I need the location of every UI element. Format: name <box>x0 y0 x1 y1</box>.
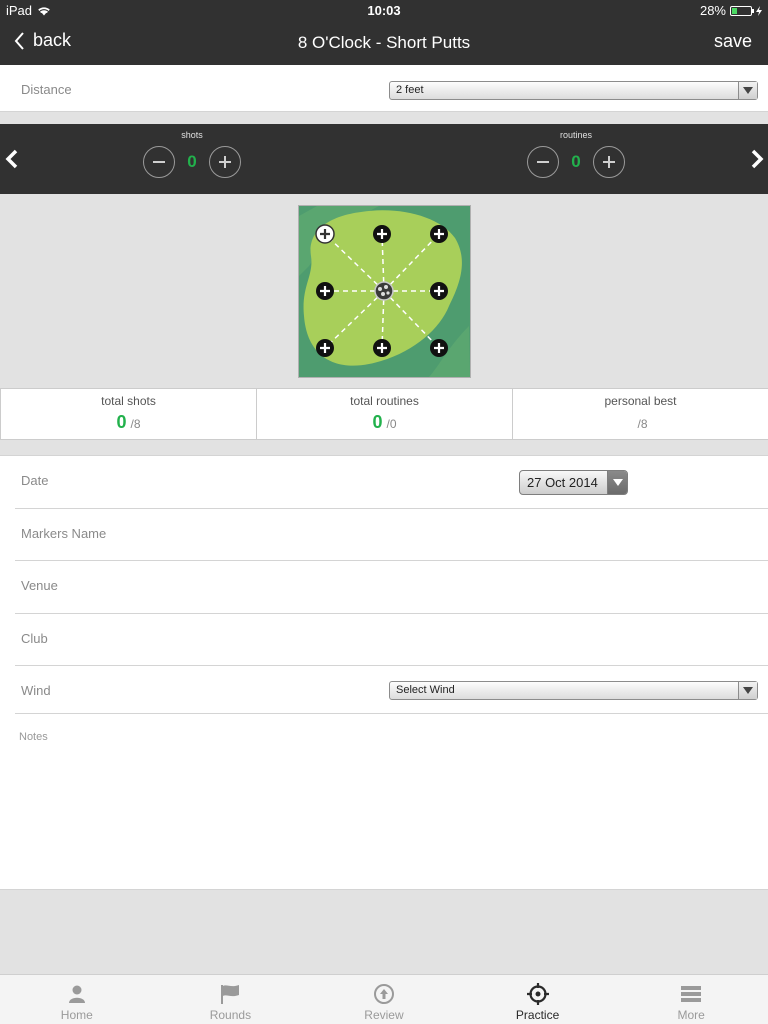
stat-value-line: /8 <box>513 412 768 433</box>
battery-percent: 28% <box>699 3 726 18</box>
marker-position-3[interactable] <box>430 225 448 243</box>
tab-practice[interactable]: Practice <box>461 975 615 1024</box>
tab-rounds[interactable]: Rounds <box>154 975 308 1024</box>
marker-position-8[interactable] <box>430 339 448 357</box>
routines-label: routines <box>559 130 593 140</box>
distance-select[interactable]: 2 feet <box>389 81 758 100</box>
venue-input[interactable] <box>15 561 768 613</box>
date-value: 27 Oct 2014 <box>527 475 598 490</box>
next-arrow-icon[interactable] <box>747 148 767 170</box>
shots-counter: shots 0 <box>142 124 242 194</box>
stat-value: 0 <box>372 412 383 432</box>
venue-row: Venue <box>15 561 768 614</box>
shots-value: 0 <box>187 152 197 171</box>
wind-select[interactable]: Select Wind <box>389 681 758 700</box>
routines-decrement-button[interactable] <box>527 146 559 178</box>
tab-label: Home <box>60 1008 93 1022</box>
club-input[interactable] <box>15 614 768 665</box>
hole-icon <box>374 281 394 301</box>
charging-bolt-icon <box>756 5 762 16</box>
chevron-left-icon <box>14 31 24 50</box>
date-picker-button[interactable]: 27 Oct 2014 <box>519 470 628 495</box>
shots-label: shots <box>181 130 203 140</box>
target-icon <box>526 983 549 1005</box>
stat-value-line: 0/8 <box>1 412 256 433</box>
stat-total: /8 <box>637 417 648 431</box>
personal-best-stat: personal best /8 <box>512 389 768 439</box>
marker-position-6[interactable] <box>316 339 334 357</box>
stat-title: total shots <box>101 394 156 408</box>
back-label: back <box>33 30 72 50</box>
routines-increment-button[interactable] <box>593 146 625 178</box>
shots-decrement-button[interactable] <box>143 146 175 178</box>
tab-label: Review <box>364 1008 404 1022</box>
shots-increment-button[interactable] <box>209 146 241 178</box>
status-right: 28% <box>700 3 762 18</box>
marker-position-5[interactable] <box>430 282 448 300</box>
tab-home[interactable]: Home <box>0 975 154 1024</box>
minus-icon <box>537 161 549 163</box>
tab-label: Rounds <box>209 1008 252 1022</box>
stat-total: /0 <box>386 417 397 431</box>
previous-arrow-icon[interactable] <box>2 148 22 170</box>
distance-label: Distance <box>21 82 72 97</box>
upload-circle-icon <box>373 984 394 1004</box>
tab-label: Practice <box>515 1008 560 1022</box>
notes-textarea[interactable] <box>15 728 768 888</box>
marker-position-1[interactable] <box>315 224 335 244</box>
tab-more[interactable]: More <box>614 975 768 1024</box>
putting-green-diagram <box>298 205 471 378</box>
status-bar: iPad 10:03 28% <box>0 0 768 20</box>
routines-value: 0 <box>571 152 581 171</box>
stat-total: /8 <box>130 417 141 431</box>
marker-position-4[interactable] <box>316 282 334 300</box>
date-label: Date <box>21 473 49 488</box>
stat-value: 0 <box>116 412 127 432</box>
markers-name-input[interactable] <box>15 509 768 560</box>
wind-label: Wind <box>21 683 51 698</box>
person-icon <box>68 985 85 1003</box>
menu-icon <box>681 986 702 1002</box>
tab-bar: Home Rounds Review Practice More <box>0 974 768 1024</box>
stats-panel: total shots 0/8 total routines 0/0 perso… <box>0 388 768 440</box>
date-row: Date <box>15 456 768 509</box>
battery-icon <box>730 5 754 16</box>
wind-value: Select Wind <box>396 684 455 696</box>
back-button[interactable]: back <box>14 30 71 51</box>
total-shots-stat: total shots 0/8 <box>0 389 256 439</box>
plus-icon <box>224 156 226 168</box>
minus-icon <box>153 161 165 163</box>
page-title: 8 O'Clock - Short Putts <box>297 33 471 52</box>
marker-position-7[interactable] <box>373 339 391 357</box>
distance-row: Distance 2 feet <box>0 65 768 112</box>
flag-icon <box>221 985 240 1004</box>
markers-name-row: Markers Name <box>15 509 768 561</box>
club-row: Club <box>15 614 768 666</box>
stat-title: personal best <box>604 394 677 408</box>
total-routines-stat: total routines 0/0 <box>256 389 512 439</box>
putting-green-svg <box>299 206 470 377</box>
routines-counter: routines 0 <box>526 124 626 194</box>
save-button[interactable]: save <box>714 31 752 52</box>
counter-bar: shots 0 routines 0 <box>0 124 768 194</box>
dropdown-arrow-icon <box>738 682 757 699</box>
nav-bar: back 8 O'Clock - Short Putts save <box>0 20 768 65</box>
status-time: 10:03 <box>367 3 401 18</box>
battery-fill <box>732 7 737 14</box>
stat-value-line: 0/0 <box>257 412 512 433</box>
plus-icon <box>608 156 610 168</box>
stat-title: total routines <box>350 394 419 408</box>
distance-value: 2 feet <box>396 84 424 96</box>
dropdown-arrow-icon <box>738 82 757 99</box>
tab-label: More <box>677 1008 705 1022</box>
marker-position-2[interactable] <box>373 225 391 243</box>
dropdown-arrow-icon <box>607 471 627 494</box>
tab-review[interactable]: Review <box>307 975 461 1024</box>
